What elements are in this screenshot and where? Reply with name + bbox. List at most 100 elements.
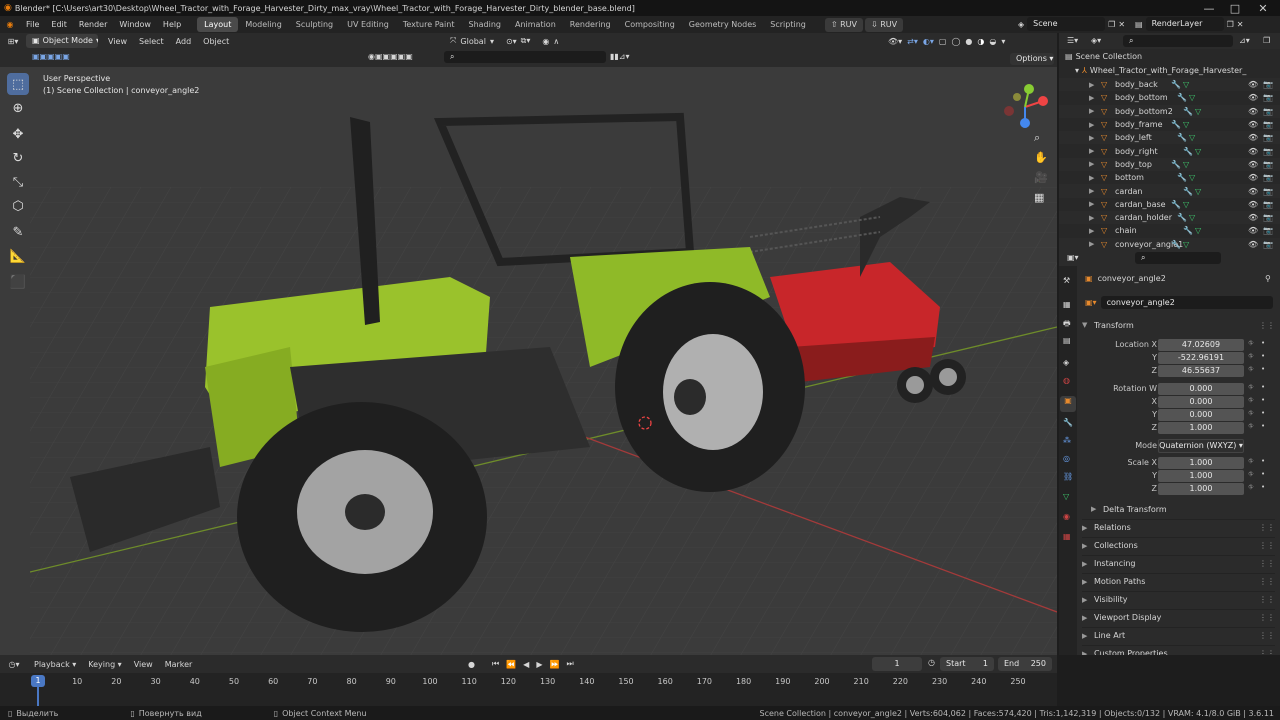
keyframe-dot-icon[interactable]: • [1261,422,1265,430]
world-tab-icon[interactable]: ◍ [1063,376,1070,385]
tab-scripting[interactable]: Scripting [763,17,813,32]
panel-collections[interactable]: ▶ Collections ⋮⋮ [1082,537,1275,553]
tab-modeling[interactable]: Modeling [238,17,288,32]
jump-end-icon[interactable]: ⏭ [566,659,573,669]
menu-window[interactable]: Window [113,16,157,33]
outliner-item[interactable]: ▶ ▽ body_left 🔧 ▽ 👁 📷 [1059,131,1280,145]
drag-handle-icon[interactable]: ⋮⋮ [1259,649,1275,655]
object-data-icon[interactable]: ▣▾ [1085,298,1097,307]
camera-icon[interactable]: 📷 [1263,240,1273,249]
chevron-down-icon[interactable]: ▾ [1001,37,1005,46]
outliner-search-input[interactable]: ⌕ [1123,35,1233,47]
lock-icon[interactable]: ⛗ [1248,470,1254,479]
rotate-tool-icon[interactable]: ↻ [7,147,29,169]
scale-x-field[interactable]: 1.000 [1158,457,1244,469]
rotation-z-field[interactable]: 1.000 [1158,422,1244,434]
rotation-x-field[interactable]: 0.000 [1158,396,1244,408]
ruv-download-button[interactable]: ⇩ RUV [865,17,904,32]
keyframe-dot-icon[interactable]: • [1261,457,1265,465]
timeline-editor-icon[interactable]: ◷▾ [0,660,28,669]
tool-tab-icon[interactable]: ⚒ [1063,276,1070,285]
eye-icon[interactable]: 👁 [1248,200,1258,209]
timeline-menu-marker[interactable]: Marker [159,656,199,673]
outliner-editor-icon[interactable]: ☰▾ [1067,36,1078,45]
falloff-icon[interactable]: ∧ [553,37,559,46]
camera-icon[interactable]: 📷 [1263,173,1273,182]
expand-arrow-icon[interactable]: ▶ [1089,147,1094,155]
measure-tool-icon[interactable]: 📐 [7,245,29,267]
zoom-icon[interactable]: ⌕ [1034,131,1050,147]
menu-render[interactable]: Render [73,16,113,33]
object-mode-dropdown[interactable]: ▣ Object Mode ▾ [26,34,98,48]
camera-icon[interactable]: 📷 [1263,120,1273,129]
texture-tab-icon[interactable]: ▦ [1063,532,1071,541]
eye-icon[interactable]: 👁 [1248,120,1258,129]
view-layer-tab-icon[interactable]: ▤ [1063,336,1071,345]
keyframe-dot-icon[interactable]: • [1261,365,1265,373]
menu-edit[interactable]: Edit [45,16,73,33]
scale-y-field[interactable]: 1.000 [1158,470,1244,482]
lock-icon[interactable]: ⛗ [1248,352,1254,361]
expand-arrow-icon[interactable]: ▶ [1089,174,1094,182]
panel-motion-paths[interactable]: ▶ Motion Paths ⋮⋮ [1082,573,1275,589]
orientation-dropdown[interactable]: Global [460,37,486,46]
camera-icon[interactable]: 📷 [1263,160,1273,169]
scene-tab-icon[interactable]: ◈ [1063,358,1069,367]
rotation-y-field[interactable]: 0.000 [1158,409,1244,421]
particles-tab-icon[interactable]: ⁂ [1063,436,1071,445]
properties-editor-icon[interactable]: ▣▾ [1067,253,1079,262]
annotate-tool-icon[interactable]: ✎ [7,221,29,243]
add-cube-tool-icon[interactable]: ⬛ [7,271,29,293]
eye-icon[interactable]: 👁 [1248,240,1258,249]
panel-viewport-display[interactable]: ▶ Viewport Display ⋮⋮ [1082,609,1275,625]
eye-icon[interactable]: 👁 [1248,80,1258,89]
shading-wireframe-icon[interactable]: ◯ [951,37,960,46]
lock-icon[interactable]: ⛗ [1248,396,1254,405]
delete-layer-icon[interactable]: ✕ [1237,20,1244,29]
expand-arrow-icon[interactable]: ▶ [1089,200,1094,208]
drag-handle-icon[interactable]: ⋮⋮ [1259,523,1275,532]
eye-icon[interactable]: 👁 [1248,187,1258,196]
render-layer-field[interactable]: RenderLayer [1145,17,1224,31]
eye-icon[interactable]: 👁 [1248,147,1258,156]
outliner-item[interactable]: ▶ ▽ cardan 🔧 ▽ 👁 📷 [1059,184,1280,198]
new-layer-icon[interactable]: ❐ [1227,20,1234,29]
visibility-icon[interactable]: 👁▾ [888,37,902,46]
panel-custom-properties[interactable]: ▶ Custom Properties ⋮⋮ [1082,645,1275,655]
outliner-item[interactable]: ▶ ▽ cardan_holder 🔧 ▽ 👁 📷 [1059,211,1280,225]
proportional-edit-icon[interactable]: ◉ [542,37,549,46]
drag-handle-icon[interactable]: ⋮⋮ [1259,577,1275,586]
jump-keyframe-back-icon[interactable]: ⏪ [506,660,516,669]
xray-icon[interactable]: ▢ [939,37,947,46]
keyframe-dot-icon[interactable]: • [1261,483,1265,491]
properties-search-input[interactable]: ⌕ [1135,252,1221,264]
drag-handle-icon[interactable]: ⋮⋮ [1259,631,1275,640]
drag-handle-icon[interactable]: ⋮⋮ [1259,321,1275,330]
rotation-w-field[interactable]: 0.000 [1158,383,1244,395]
lock-icon[interactable]: ⛗ [1248,383,1254,392]
outliner-item[interactable]: ▶ ▽ body_bottom 🔧 ▽ 👁 📷 [1059,91,1280,105]
new-collection-icon[interactable]: ❐ [1263,36,1270,45]
camera-icon[interactable]: 📷 [1263,226,1273,235]
delete-scene-icon[interactable]: ✕ [1118,20,1125,29]
drag-handle-icon[interactable]: ⋮⋮ [1259,613,1275,622]
eye-icon[interactable]: 👁 [1248,107,1258,116]
lock-icon[interactable]: ⛗ [1248,365,1254,374]
scale-tool-icon[interactable]: ⤡ [7,171,29,193]
tab-texture-paint[interactable]: Texture Paint [396,17,462,32]
modifier-tab-icon[interactable]: 🔧 [1063,418,1073,427]
close-icon[interactable]: ✕ [1250,0,1276,16]
menu-file[interactable]: File [20,16,45,33]
eye-icon[interactable]: 👁 [1248,226,1258,235]
outliner-item[interactable]: ▶ ▽ body_top 🔧 ▽ 👁 📷 [1059,157,1280,172]
camera-icon[interactable]: 📷 [1263,133,1273,142]
object-name-input[interactable]: conveyor_angle2 [1100,296,1273,309]
gizmo-icon[interactable]: ⇄▾ [907,37,918,46]
panel-relations[interactable]: ▶ Relations ⋮⋮ [1082,519,1275,535]
menu-help[interactable]: Help [157,16,187,33]
ruv-upload-button[interactable]: ⇧ RUV [824,17,863,32]
timeline[interactable]: 1102030405060708090100110120130140150160… [0,673,1057,706]
delta-transform-panel[interactable]: ▶ Delta Transform [1091,501,1271,517]
constraints-tab-icon[interactable]: ⛓ [1063,472,1073,481]
expand-arrow-icon[interactable]: ▶ [1089,81,1094,89]
